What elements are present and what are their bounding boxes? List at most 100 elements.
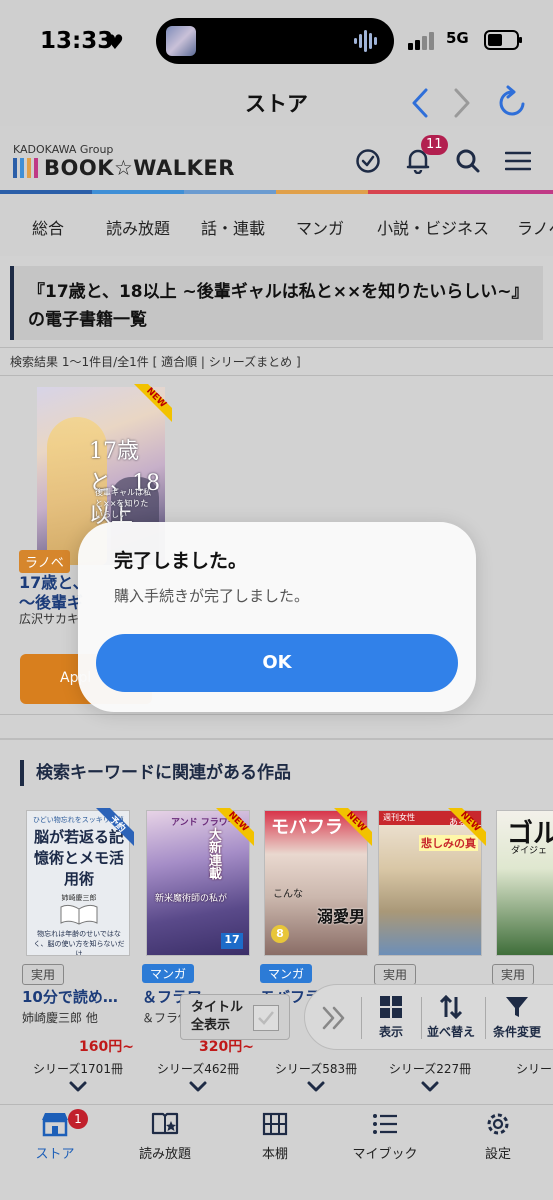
site-logo[interactable]: BOOK☆WALKER (44, 156, 235, 180)
genre-tag: マンガ (260, 964, 313, 983)
genre-tag: ラノベ (19, 550, 70, 573)
chevron-down-icon[interactable] (68, 1080, 88, 1094)
forward-chevron-icon[interactable] (450, 86, 474, 120)
genre-tag: 実用 (22, 964, 65, 985)
notification-badge: 11 (421, 135, 448, 155)
tab-unlimited[interactable]: 読み放題 (106, 215, 170, 239)
checkbox[interactable] (253, 1005, 279, 1031)
tab-serial[interactable]: 話・連載 (201, 215, 265, 239)
open-book-icon (60, 904, 98, 925)
tab-novel-business[interactable]: 小説・ビジネス (377, 215, 489, 239)
genre-tag: マンガ (142, 964, 195, 983)
category-tabs: 総合 読み放題 話・連載 マンガ 小説・ビジネス ラノベ (0, 194, 553, 256)
chevron-down-icon[interactable] (306, 1080, 326, 1094)
hamburger-menu-icon[interactable] (505, 150, 531, 172)
cover-text: モバフラ (271, 817, 343, 838)
tabbar-mybook[interactable]: マイブック (330, 1111, 440, 1162)
site-header: KADOKAWA Group BOOK☆WALKER 11 (0, 126, 553, 192)
cellular-signal-icon (408, 32, 434, 50)
genre-tag: 実用 (374, 964, 417, 985)
cover-text: 溺愛男 (317, 907, 366, 926)
ok-button-label: OK (262, 652, 292, 673)
page-title: 『17歳と、18以上 ~後輩ギャルは私と××を知りたいらしい~』の電子書籍一覧 (28, 282, 529, 330)
tab-light-novel[interactable]: ラノベ (517, 215, 553, 239)
series-count[interactable]: シリーズ1701冊 (22, 1060, 134, 1077)
tabbar-settings[interactable]: 設定 (443, 1111, 553, 1162)
sort-arrows-icon (439, 995, 463, 1019)
title-toggle-label: タイトル 全表示 (191, 999, 243, 1035)
related-author[interactable]: 姉崎慶三郎 他 (22, 1009, 134, 1026)
tabbar-unlimited[interactable]: 読み放題 (110, 1111, 220, 1162)
search-icon[interactable] (455, 148, 481, 174)
sort-button[interactable]: 並べ替え (421, 995, 481, 1040)
divider (0, 347, 553, 348)
store-icon (42, 1113, 68, 1137)
cover-text: 物忘れは年齢のせいではなく、脳の使い方を知らないだけ (33, 930, 125, 956)
related-heading: 検索キーワードに関連がある作品 (20, 760, 291, 786)
new-ribbon: NEW (134, 384, 172, 422)
related-cover[interactable]: ゴル ダイジェ (496, 810, 553, 956)
display-label: 表示 (378, 1025, 403, 1039)
check-circle-icon[interactable] (355, 148, 381, 174)
double-chevron-right-icon[interactable] (319, 1003, 349, 1033)
sort-label: 並べ替え (426, 1025, 475, 1039)
title-toggle-line: タイトル (191, 1000, 244, 1015)
now-playing-artwork (166, 26, 196, 56)
new-ribbon: NEW (334, 808, 372, 846)
related-price: 160円~ (79, 1039, 134, 1055)
status-bar: 13:33 ♥ 5G (0, 0, 553, 80)
network-type: 5G (446, 29, 469, 47)
chevron-down-icon[interactable] (188, 1080, 208, 1094)
cover-text: こんな (273, 889, 303, 900)
cover-text: 新米魔術師の私が (155, 894, 228, 904)
reload-icon[interactable] (496, 84, 530, 120)
related-item[interactable]: ゴル ダイジェ 実用 シリー (492, 810, 553, 1104)
series-count[interactable]: シリーズ462冊 (142, 1060, 254, 1077)
list-icon (373, 1114, 397, 1134)
divider (0, 375, 553, 376)
tabbar-bookshelf[interactable]: 本棚 (220, 1111, 330, 1162)
divider (0, 714, 553, 715)
cover-subtitle-text: 後輩ギャルは私と××を知りたいらしい (95, 488, 151, 519)
cover-text: 姉崎慶三郎 (61, 894, 97, 902)
title-show-all-toggle[interactable]: タイトル 全表示 (180, 994, 290, 1040)
group-label: KADOKAWA Group (13, 143, 114, 156)
series-count[interactable]: シリーズ583冊 (260, 1060, 372, 1077)
nav-bar: ストア (0, 80, 553, 126)
series-count[interactable]: シリー (516, 1060, 553, 1077)
check-icon (258, 1011, 274, 1025)
store-badge: 1 (68, 1109, 88, 1129)
filter-label: 条件変更 (492, 1025, 541, 1039)
tab-general[interactable]: 総合 (32, 215, 64, 239)
display-button[interactable]: 表示 (361, 995, 421, 1040)
genre-tag: 実用 (492, 964, 535, 985)
series-count[interactable]: シリーズ227冊 (374, 1060, 486, 1077)
cover-text: ダイジェ (511, 846, 548, 856)
grid-icon (380, 996, 402, 1018)
filter-button[interactable]: 条件変更 (485, 995, 549, 1040)
cover-text: 17 (221, 933, 243, 949)
alert-message: 購入手続きが完了しました。 (114, 587, 310, 605)
audio-waveform-icon (354, 30, 377, 52)
bookshelf-icon (262, 1112, 288, 1136)
book-star-icon (151, 1112, 179, 1135)
alert-title: 完了しました。 (114, 550, 248, 572)
tabbar-store[interactable]: ストア (0, 1111, 110, 1162)
floating-toolbar: 表示 並べ替え 条件変更 (304, 984, 553, 1050)
search-result-info: 検索結果 1～1件目/全1件 [ 適合順 | シリーズまとめ ] (10, 355, 301, 369)
logo-mark-icon (13, 158, 38, 178)
chevron-down-icon[interactable] (420, 1080, 440, 1094)
related-title[interactable]: 10分で読め… (22, 986, 134, 1007)
divider (0, 738, 553, 740)
back-chevron-icon[interactable] (408, 86, 432, 120)
alert-dialog: 完了しました。 購入手続きが完了しました。 OK (78, 522, 476, 712)
heart-icon: ♥ (106, 30, 124, 54)
cover-text: 8 (271, 925, 289, 943)
ok-button[interactable]: OK (96, 634, 458, 692)
book-author[interactable]: 広沢サカキ (19, 610, 79, 627)
preorder-ribbon: 予約 (96, 808, 134, 846)
dynamic-island[interactable] (156, 18, 394, 64)
tab-manga[interactable]: マンガ (296, 215, 344, 239)
filter-icon (506, 997, 528, 1017)
title-toggle-line: 全表示 (191, 1018, 231, 1033)
